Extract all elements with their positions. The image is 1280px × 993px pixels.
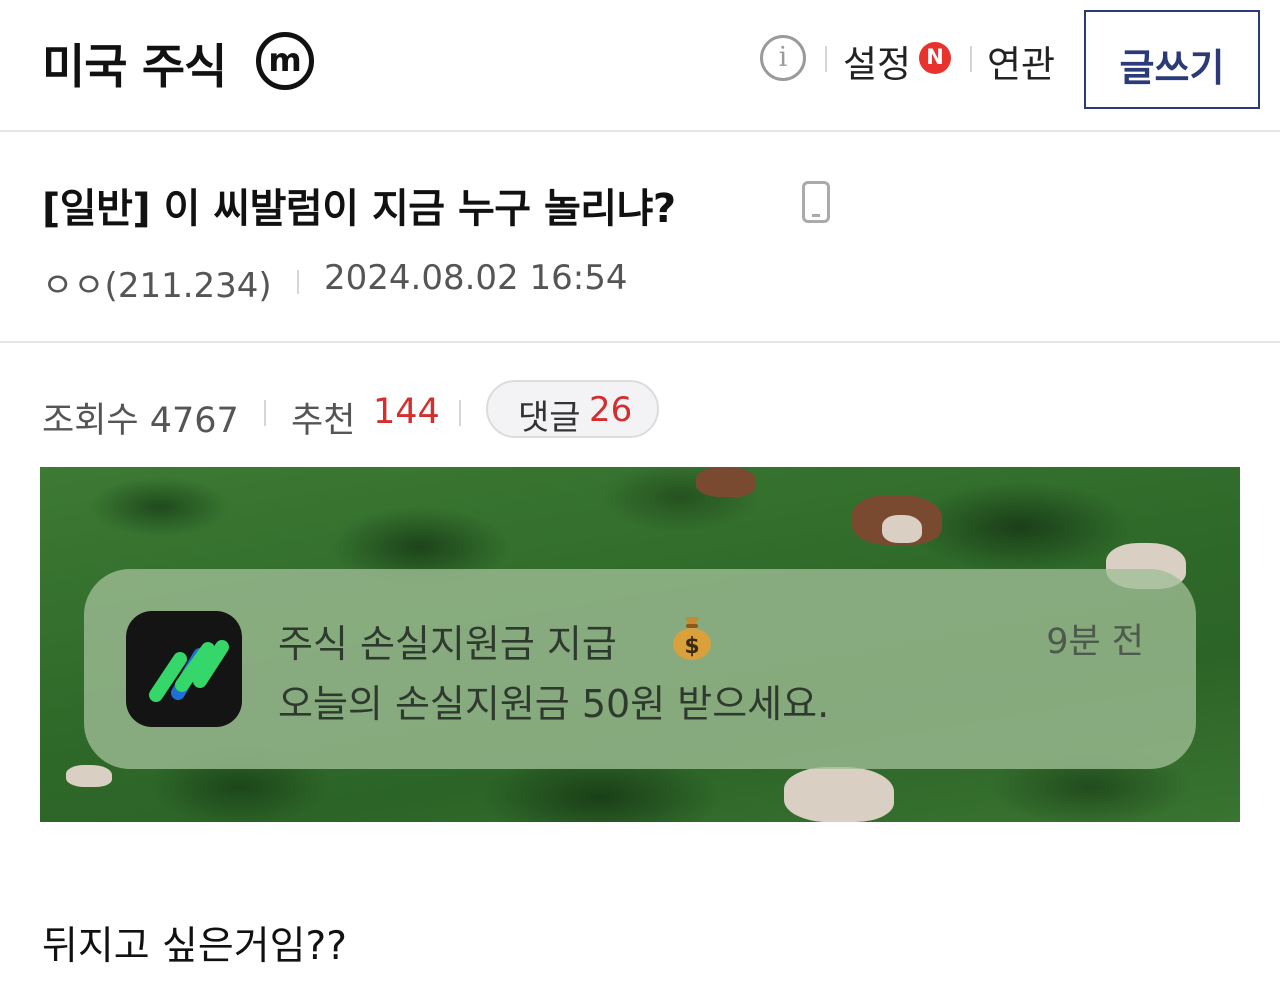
write-post-button[interactable]: 글쓰기 — [1084, 10, 1260, 109]
info-icon[interactable]: i — [760, 35, 806, 81]
svg-text:$: $ — [684, 634, 699, 659]
comment-button[interactable]: 댓글 26 — [486, 380, 659, 438]
cow — [66, 765, 112, 787]
cow — [784, 767, 894, 822]
money-bag-glyph: $ — [673, 617, 711, 660]
new-badge-icon: N — [919, 42, 951, 74]
recommend-label: 추천 — [291, 401, 356, 441]
settings-button[interactable]: 설정 — [843, 34, 911, 88]
cow — [696, 467, 756, 497]
post-date: 2024.08.02 16:54 — [324, 258, 628, 298]
post-image: 주식 손실지원금 지급 $ 9분 전 오늘의 손실지원금 50원 받으세요. — [40, 467, 1240, 822]
post-author[interactable]: ㅇㅇ(211.234) — [42, 258, 272, 307]
cow — [882, 515, 922, 543]
minor-gallery-badge-letter: m — [268, 41, 302, 79]
money-bag-icon: $ — [668, 611, 716, 661]
mobile-phone-icon — [802, 181, 830, 223]
comment-label: 댓글 — [518, 398, 581, 438]
comment-count: 26 — [589, 390, 633, 430]
post-stats: 조회수 4767 추천 144 댓글 26 — [0, 378, 1280, 448]
related-galleries-button[interactable]: 연관 — [987, 34, 1055, 88]
minor-gallery-badge-icon: m — [256, 32, 314, 90]
divider — [970, 46, 972, 72]
divider — [297, 270, 299, 294]
notification-time: 9분 전 — [1046, 622, 1144, 662]
post-header: [일반] 이 씨발럼이 지금 누구 놀리냐? ㅇㅇ(211.234) 2024.… — [0, 132, 1280, 343]
push-notification[interactable]: 주식 손실지원금 지급 $ 9분 전 오늘의 손실지원금 50원 받으세요. — [84, 569, 1196, 769]
notification-title: 주식 손실지원금 지급 — [278, 622, 617, 666]
notification-message: 오늘의 손실지원금 50원 받으세요. — [278, 682, 830, 726]
divider — [264, 400, 266, 426]
stock-app-icon — [126, 611, 242, 727]
post-body-text: 뒤지고 싶은거임?? — [42, 924, 347, 969]
post-title: [일반] 이 씨발럼이 지금 누구 놀리냐? — [42, 186, 676, 232]
view-count: 조회수 4767 — [42, 401, 239, 441]
new-badge-letter: N — [926, 45, 944, 69]
divider — [459, 400, 461, 426]
divider — [825, 46, 827, 72]
recommend-count: 144 — [373, 392, 440, 432]
gallery-title[interactable]: 미국 주식 — [42, 28, 227, 97]
info-icon-glyph: i — [778, 42, 788, 73]
stock-app-logo — [149, 640, 229, 702]
write-post-label: 글쓰기 — [1119, 46, 1225, 90]
gallery-header: 미국 주식 m i 설정 N 연관 글쓰기 — [0, 0, 1280, 132]
